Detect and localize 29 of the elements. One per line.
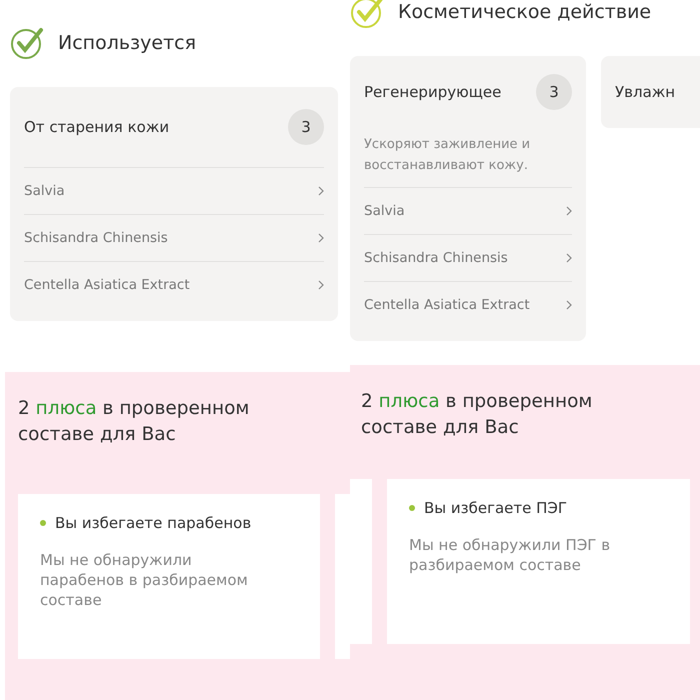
section-heading: Косметическое действие xyxy=(398,1,652,23)
ingredient-link[interactable]: Centella Asiatica Extract xyxy=(24,277,190,293)
count-badge: 3 xyxy=(536,74,572,110)
ingredient-link[interactable]: Centella Asiatica Extract xyxy=(364,297,530,313)
benefit-title: Вы избегаете ПЭГ xyxy=(424,499,568,517)
chevron-right-icon[interactable] xyxy=(566,253,572,263)
benefits-heading: 2 плюса в проверенном составе для Вас xyxy=(17,397,250,447)
section-heading: Используется xyxy=(58,32,196,54)
ingredient-link[interactable]: Schisandra Chinensis xyxy=(364,250,508,266)
ingredient-link[interactable]: Schisandra Chinensis xyxy=(24,230,168,246)
benefit-title: Вы избегаете парабенов xyxy=(55,514,252,532)
category-title: Регенерирующее xyxy=(364,83,502,101)
count-badge: 3 xyxy=(288,109,324,145)
bullet-icon xyxy=(40,520,46,526)
category-title: Увлажн xyxy=(615,83,676,101)
chevron-right-icon[interactable] xyxy=(318,280,324,290)
chevron-right-icon[interactable] xyxy=(318,186,324,196)
benefit-text: Мы не обнаружили парабенов в разбираемом составе xyxy=(40,550,249,610)
category-card[interactable]: Увлажн xyxy=(601,56,700,128)
category-description: Ускоряют заживление и восстанавливают кожу. xyxy=(364,136,532,175)
chevron-right-icon[interactable] xyxy=(566,206,572,216)
ingredient-link[interactable]: Salvia xyxy=(364,203,405,219)
chevron-right-icon[interactable] xyxy=(318,233,324,243)
benefit-text: Мы не обнаружили ПЭГ в разбираемом составе xyxy=(409,535,612,575)
ingredient-link[interactable]: Salvia xyxy=(24,183,65,199)
benefits-heading: 2 плюса в проверенном составе для Вас xyxy=(360,390,594,440)
chevron-right-icon[interactable] xyxy=(566,300,572,310)
bullet-icon xyxy=(409,505,415,511)
category-title: От старения кожи xyxy=(24,118,170,136)
